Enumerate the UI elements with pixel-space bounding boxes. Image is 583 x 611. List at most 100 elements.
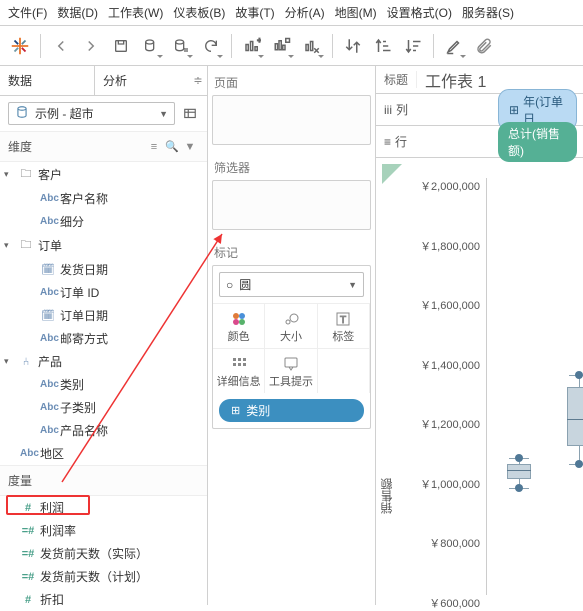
- undo-button[interactable]: [47, 32, 75, 60]
- viz-corner-decoration: [382, 164, 402, 184]
- marks-color[interactable]: 颜色: [213, 303, 265, 348]
- new-datasource-button[interactable]: [137, 32, 165, 60]
- sort-asc-button[interactable]: [369, 32, 397, 60]
- marks-tooltip[interactable]: 工具提示: [265, 348, 317, 393]
- menu-format[interactable]: 设置格式(O): [387, 4, 452, 21]
- filters-label: 筛选器: [212, 155, 371, 180]
- menu-dashboard[interactable]: 仪表板(B): [173, 4, 225, 21]
- data-pane: 数据 分析 ≑ 示例 - 超市 ▼ 维度 ≡ 🔍 ▼: [0, 66, 208, 605]
- rows-shelf[interactable]: 总计(销售额): [492, 122, 583, 162]
- dimensions-heading: 维度: [8, 138, 32, 155]
- y-tick: ￥1,600,000: [406, 297, 480, 313]
- field-profit-ratio[interactable]: =#利润率: [0, 519, 207, 542]
- circle-icon: ○: [226, 278, 233, 292]
- y-tick: ￥1,800,000: [406, 238, 480, 254]
- menubar: 文件(F) 数据(D) 工作表(W) 仪表板(B) 故事(T) 分析(A) 地图…: [0, 0, 583, 26]
- field-segment[interactable]: Abc细分: [0, 210, 207, 233]
- field-product-name[interactable]: Abc产品名称: [0, 419, 207, 442]
- abc-icon: Abc: [40, 193, 56, 204]
- tab-data[interactable]: 数据: [0, 66, 94, 95]
- visualization[interactable]: 销售额 ￥2,000,000￥1,800,000￥1,600,000￥1,400…: [376, 158, 583, 605]
- marks-pill-category[interactable]: ⊞ 类别: [219, 399, 364, 422]
- pages-shelf[interactable]: 页面: [212, 70, 371, 145]
- folder-icon: 🗀: [18, 165, 34, 184]
- marks-label[interactable]: T标签: [318, 303, 370, 348]
- chevron-down-icon: ▼: [159, 109, 168, 119]
- datasource-select[interactable]: 示例 - 超市 ▼: [8, 102, 175, 125]
- menu-map[interactable]: 地图(M): [335, 4, 377, 21]
- field-order-date[interactable]: 🗓订单日期: [0, 304, 207, 327]
- redo-button[interactable]: [77, 32, 105, 60]
- rows-pill-sales[interactable]: 总计(销售额): [498, 122, 577, 162]
- number-calc-icon: =#: [20, 548, 36, 560]
- duplicate-sheet-button[interactable]: [268, 32, 296, 60]
- menu-story[interactable]: 故事(T): [235, 4, 274, 21]
- sort-desc-button[interactable]: [399, 32, 427, 60]
- field-ship-days-actual[interactable]: =#发货前天数（实际）: [0, 542, 207, 565]
- find-field-button[interactable]: 🔍: [163, 140, 181, 153]
- menu-server[interactable]: 服务器(S): [462, 4, 514, 21]
- view-data-button[interactable]: [181, 105, 199, 123]
- save-button[interactable]: [107, 32, 135, 60]
- menu-analysis[interactable]: 分析(A): [285, 4, 325, 21]
- field-customer-name[interactable]: Abc客户名称: [0, 187, 207, 210]
- folder-customer[interactable]: ▾🗀客户: [0, 162, 207, 187]
- dimensions-menu-button[interactable]: ▼: [181, 141, 199, 153]
- view-as-list-button[interactable]: ≡: [145, 141, 163, 153]
- clear-sheet-button[interactable]: [298, 32, 326, 60]
- menu-data[interactable]: 数据(D): [57, 4, 98, 21]
- size-icon: [265, 310, 316, 328]
- svg-text:+: +: [257, 37, 261, 44]
- abc-icon: Abc: [20, 448, 36, 459]
- collapse-pane-button[interactable]: ≑: [189, 66, 207, 95]
- y-tick: ￥1,400,000: [406, 357, 480, 373]
- pages-label: 页面: [212, 70, 371, 95]
- abc-icon: Abc: [40, 425, 56, 436]
- field-category[interactable]: Abc类别: [0, 373, 207, 396]
- datasource-name: 示例 - 超市: [35, 105, 94, 122]
- field-ship-mode[interactable]: Abc邮寄方式: [0, 327, 207, 350]
- y-tick: ￥1,200,000: [406, 416, 480, 432]
- marks-size[interactable]: 大小: [265, 303, 317, 348]
- number-calc-icon: =#: [20, 571, 36, 583]
- menu-worksheet[interactable]: 工作表(W): [108, 4, 163, 21]
- calendar-icon: 🗓: [40, 263, 56, 276]
- swap-button[interactable]: [339, 32, 367, 60]
- worksheet-title[interactable]: 工作表 1: [417, 68, 494, 92]
- number-calc-icon: =#: [20, 525, 36, 537]
- fields-tree: ▾🗀客户 Abc客户名称 Abc细分 ▾🗀订单 🗓发货日期 Abc订单 ID 🗓…: [0, 162, 207, 605]
- field-discount[interactable]: #折扣: [0, 588, 207, 605]
- new-worksheet-button[interactable]: +: [238, 32, 266, 60]
- folder-icon: 🗀: [18, 236, 34, 255]
- filters-shelf[interactable]: 筛选器: [212, 155, 371, 230]
- menu-file[interactable]: 文件(F): [8, 4, 47, 21]
- refresh-button[interactable]: [197, 32, 225, 60]
- marks-type-select[interactable]: ○ 圆 ▼: [219, 272, 364, 297]
- attach-button[interactable]: [470, 32, 498, 60]
- chevron-down-icon: ▼: [348, 280, 357, 290]
- field-order-id[interactable]: Abc订单 ID: [0, 281, 207, 304]
- tooltip-icon: [265, 355, 316, 373]
- field-subcategory[interactable]: Abc子类别: [0, 396, 207, 419]
- folder-order[interactable]: ▾🗀订单: [0, 233, 207, 258]
- title-label: 标题: [376, 71, 417, 88]
- field-region[interactable]: Abc地区: [0, 442, 207, 465]
- tab-analysis[interactable]: 分析: [95, 66, 189, 95]
- highlight-button[interactable]: [440, 32, 468, 60]
- field-ship-date[interactable]: 🗓发货日期: [0, 258, 207, 281]
- detail-icon: [213, 355, 264, 373]
- annotation-highlight: [6, 495, 90, 515]
- marks-empty-cell: [318, 348, 370, 393]
- rows-icon: ≡: [384, 135, 391, 149]
- pause-updates-button[interactable]: [167, 32, 195, 60]
- plot-area: [486, 178, 583, 595]
- shelves-pane: 页面 筛选器 标记 ○ 圆 ▼ 颜色 大小 T标签 详细信息 工具提示: [208, 66, 376, 605]
- y-axis-ticks: ￥2,000,000￥1,800,000￥1,600,000￥1,400,000…: [406, 178, 480, 595]
- plus-icon: ⊞: [509, 103, 519, 117]
- hierarchy-product[interactable]: ▾⑃产品: [0, 350, 207, 373]
- marks-detail[interactable]: 详细信息: [213, 348, 265, 393]
- label-icon: T: [318, 310, 369, 328]
- tableau-logo[interactable]: [6, 32, 34, 60]
- rows-shelf-label: ≡行: [376, 133, 492, 150]
- field-ship-days-plan[interactable]: =#发货前天数（计划）: [0, 565, 207, 588]
